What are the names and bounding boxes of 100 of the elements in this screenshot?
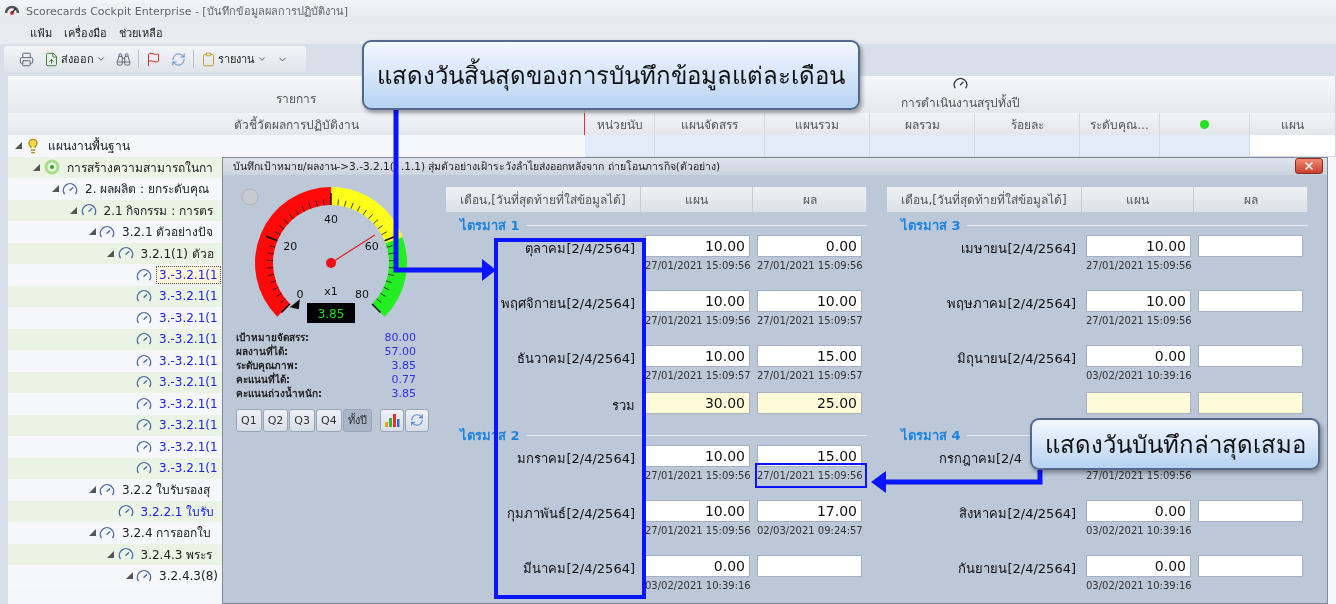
number-field[interactable]: 0.00	[645, 554, 750, 577]
gauge-icon	[136, 567, 152, 584]
column-header[interactable]: เดือน,[วันที่สุดท้ายที่ใส่ข้อมูลได้]	[887, 186, 1082, 212]
timestamp: 27/01/2021 15:09:57	[757, 369, 864, 381]
chart-button[interactable]	[379, 408, 404, 432]
number-field[interactable]	[1086, 391, 1191, 414]
tree-item-label: 3.2.2 ใบรับรองสุ	[121, 482, 212, 500]
number-field[interactable]: 0.00	[1086, 554, 1191, 577]
tree-item-label: 3.-3.2.1(1	[158, 331, 219, 349]
column-header[interactable]: แผนรวม	[765, 113, 870, 135]
gauge-icon	[952, 76, 968, 91]
refresh-icon	[171, 51, 186, 67]
tree-item-label: 3.-3.2.1(1	[158, 460, 219, 478]
period-button[interactable]: Q3	[289, 408, 315, 432]
tree-item[interactable]: 3.2.2.1 ใบรับ	[8, 500, 222, 522]
number-field[interactable]: 10.00	[757, 289, 862, 312]
tree-item[interactable]: 3.-3.2.1(1	[8, 285, 222, 307]
indicator-light-icon	[241, 188, 259, 205]
gauge-scale-label: 40	[324, 212, 338, 226]
timestamp: 27/01/2021 15:09:56	[757, 469, 864, 481]
column-header[interactable]: แผน	[1082, 186, 1194, 212]
column-header[interactable]: แผน	[641, 186, 753, 212]
month-label: กุมภาพันธ์[2/4/2564]	[507, 504, 635, 524]
menu-item[interactable]: ช่วยเหลือ	[119, 24, 163, 42]
number-field[interactable]: 10.00	[645, 344, 750, 367]
number-field[interactable]: 0.00	[757, 234, 862, 257]
printer-icon	[19, 51, 34, 67]
number-field[interactable]	[1198, 499, 1303, 522]
gauge-icon	[99, 524, 115, 541]
period-button[interactable]: Q1	[236, 408, 262, 432]
column-header[interactable]: แผนจัดสรร	[655, 113, 765, 135]
column-header[interactable]: เดือน,[วันที่สุดท้ายที่ใส่ข้อมูลได้]	[446, 186, 641, 212]
tree-item[interactable]: 3.2.4.3 พระร	[8, 543, 222, 565]
tree-item-label: 3.-3.2.1(1	[158, 417, 219, 435]
number-field[interactable]: 10.00	[645, 499, 750, 522]
timestamp: 27/01/2021 15:09:56	[645, 314, 752, 326]
stat-value: 3.85	[391, 387, 416, 400]
export-button[interactable]: ส่งออก	[41, 48, 109, 70]
number-field[interactable]: 25.00	[757, 391, 862, 414]
column-header[interactable]: ผล	[1194, 186, 1308, 212]
stat-value: 57.00	[384, 345, 416, 358]
number-field[interactable]	[1198, 289, 1303, 312]
tree-item[interactable]: การสร้างความสามารถในกา	[8, 156, 222, 178]
number-field[interactable]: 0.00	[1086, 499, 1191, 522]
gauge-scale-label: 20	[283, 239, 298, 253]
number-field[interactable]: 10.00	[1086, 289, 1191, 312]
close-button[interactable]	[1295, 158, 1323, 174]
menu-item[interactable]: เครื่องมือ	[64, 24, 107, 42]
gauge-icon	[99, 223, 115, 240]
number-field[interactable]	[757, 554, 862, 577]
number-field[interactable]	[1198, 554, 1303, 577]
tree-item[interactable]: 3.2.1(1) ตัวอ	[8, 242, 222, 264]
column-header[interactable]: แผน	[1250, 113, 1336, 135]
tree-item[interactable]: 3.-3.2.1(1	[8, 328, 222, 350]
dialog-title: บันทึกเป้าหมาย/ผลงาน->3.-3.2.1(	[233, 158, 391, 174]
number-field[interactable]: 0.00	[1086, 344, 1191, 367]
report-button[interactable]: รายงาน	[198, 48, 270, 70]
tree-item[interactable]: 3.-3.2.1(1	[8, 371, 222, 393]
month-label: พฤษภาคม[2/4/2564]	[947, 294, 1076, 313]
month-label: มกราคม[2/4/2564]	[517, 449, 635, 468]
export-icon	[44, 51, 59, 67]
number-field[interactable]: 10.00	[1086, 234, 1191, 257]
column-header[interactable]: ผลรวม	[870, 113, 975, 135]
number-field[interactable]: 10.00	[645, 234, 750, 257]
number-field[interactable]	[1198, 391, 1303, 414]
number-field[interactable]	[1198, 234, 1303, 257]
number-field[interactable]: 15.00	[757, 444, 862, 467]
number-field[interactable]: 30.00	[645, 391, 750, 414]
column-header[interactable]: ร้อยละ	[975, 113, 1080, 135]
number-field[interactable]: 15.00	[757, 344, 862, 367]
period-button[interactable]: ทั้งปี	[342, 408, 372, 432]
refresh-button[interactable]	[404, 408, 429, 432]
period-button[interactable]: Q2	[262, 408, 289, 432]
tree-item-label: 3.-3.2.1(1	[158, 352, 219, 370]
column-header[interactable]: ผล	[753, 186, 867, 212]
column-header[interactable]	[1160, 113, 1250, 135]
tree-item-label: 3.-3.2.1(1	[156, 265, 221, 284]
number-field[interactable]: 10.00	[645, 444, 750, 467]
period-button[interactable]: Q4	[316, 408, 342, 432]
timestamp: 27/01/2021 15:09:57	[645, 369, 752, 381]
timestamp: 27/01/2021 15:09:56	[757, 259, 864, 271]
column-header[interactable]: ระดับคุณ...	[1080, 113, 1160, 135]
number-field[interactable]: 10.00	[645, 289, 750, 312]
column-header[interactable]: หน่วยนับ	[585, 113, 655, 135]
tree-item-label: 3.2.1 ตัวอย่างปัจ	[121, 224, 215, 242]
timestamp: 27/01/2021 15:09:56	[1086, 259, 1193, 271]
refresh-icon	[409, 413, 424, 427]
menu-item[interactable]: แฟ้ม	[30, 24, 52, 42]
tree-item-label: 3.2.4 การออกใบ	[121, 525, 213, 543]
tree-item-label: 3.2.4.3 พระร	[139, 546, 214, 564]
column-header[interactable]: ตัวชี้วัดผลการปฏิบัติงาน	[8, 113, 585, 135]
number-field[interactable]	[1198, 344, 1303, 367]
number-field[interactable]: 17.00	[757, 499, 862, 522]
tree-item[interactable]: 2.1 กิจกรรม : การตร	[8, 199, 222, 221]
close-icon	[1303, 160, 1315, 172]
total-label: รวม	[612, 396, 635, 415]
timestamp: 02/03/2021 09:24:57	[757, 524, 864, 536]
clipboard-icon	[201, 51, 216, 67]
tree-item[interactable]: 3.-3.2.1(1	[8, 457, 222, 479]
tree-item[interactable]: 3.-3.2.1(1	[8, 414, 222, 436]
